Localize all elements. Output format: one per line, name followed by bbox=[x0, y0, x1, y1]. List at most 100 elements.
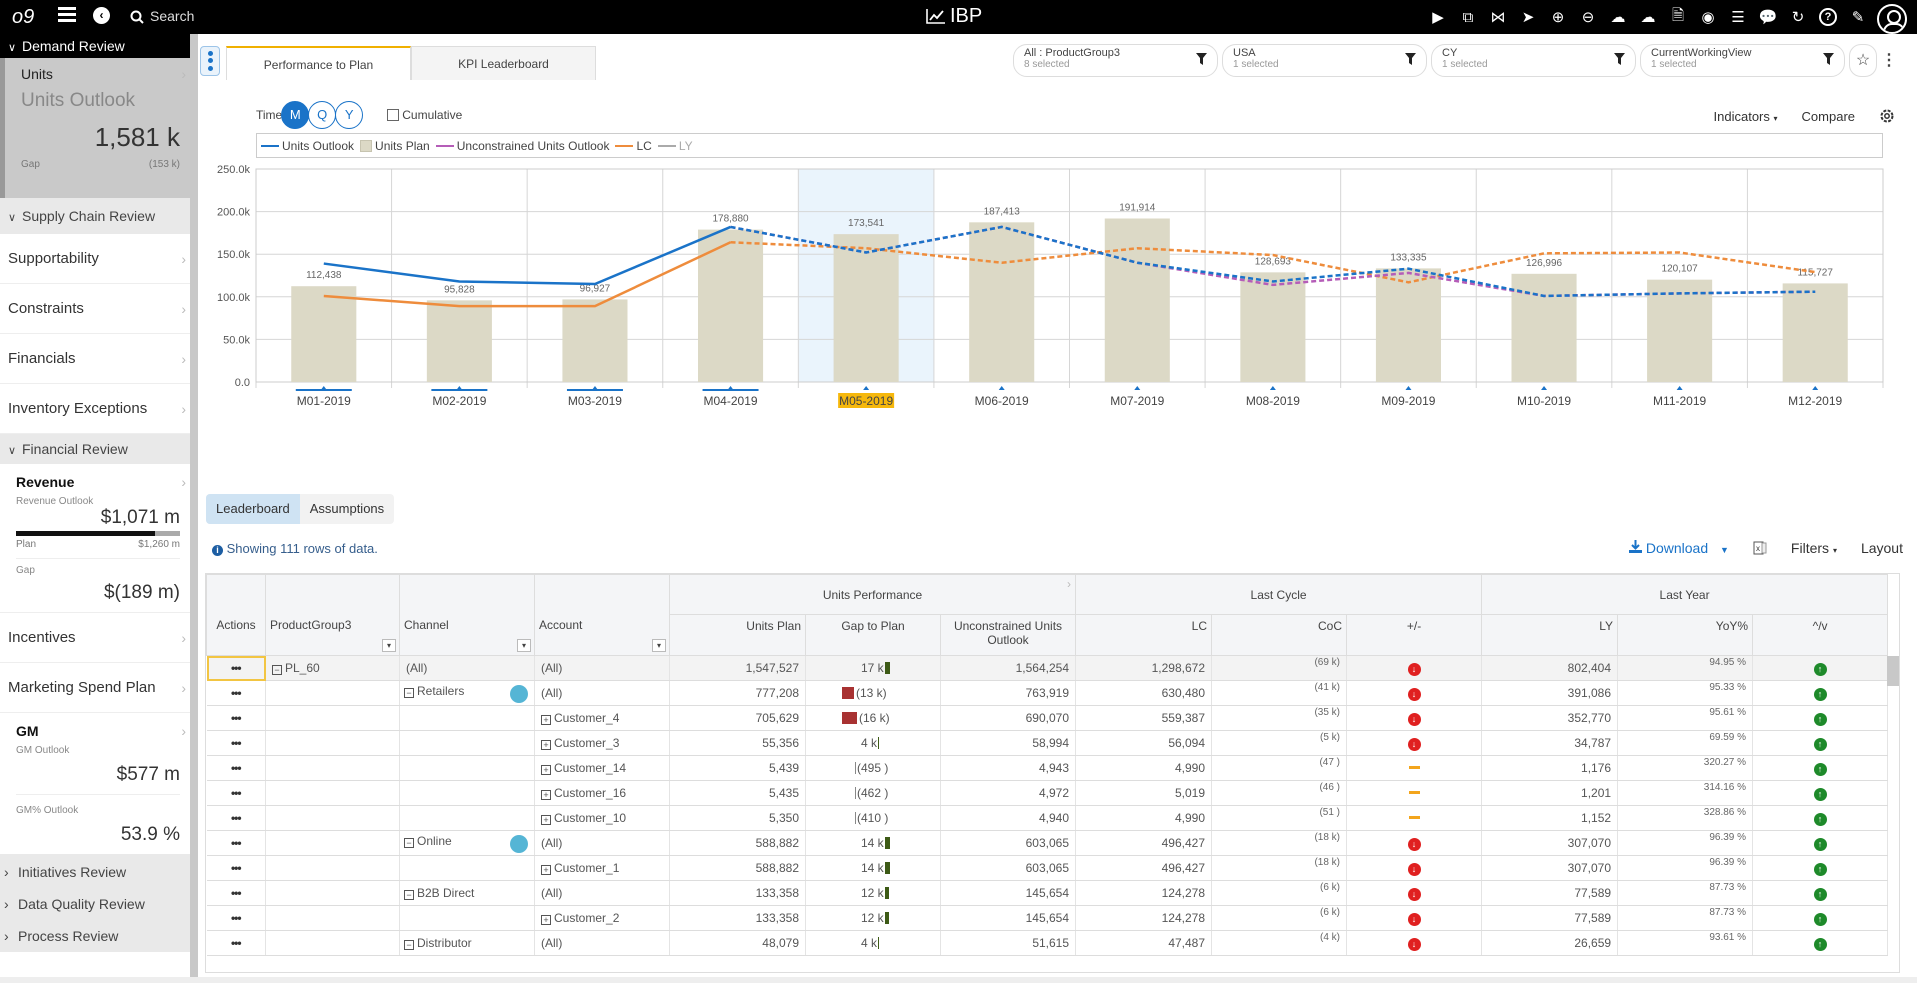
filter-productgroup3[interactable]: All : ProductGroup3 8 selected bbox=[1013, 44, 1218, 77]
revenue-card[interactable]: Revenue › Revenue Outlook $1,071 m Plan $… bbox=[0, 464, 190, 613]
cell-productgroup3[interactable] bbox=[265, 855, 400, 881]
filter-view[interactable]: CurrentWorkingView 1 selected bbox=[1640, 44, 1845, 77]
time-quarter-button[interactable]: Q bbox=[308, 101, 337, 129]
note-bubble-icon[interactable] bbox=[510, 684, 528, 703]
cell-channel[interactable] bbox=[399, 780, 535, 806]
row-actions-button[interactable]: ••• bbox=[206, 805, 266, 831]
col-coc[interactable]: CoC bbox=[1211, 614, 1348, 656]
column-filter-icon[interactable]: ▾ bbox=[517, 639, 531, 652]
download-button[interactable]: Download ▼ bbox=[1628, 540, 1729, 556]
note-bubble-icon[interactable] bbox=[510, 834, 528, 853]
collapse-icon[interactable]: − bbox=[272, 665, 282, 675]
expand-icon[interactable]: + bbox=[541, 765, 551, 775]
cell-productgroup3[interactable] bbox=[265, 905, 400, 931]
share-icon[interactable]: ⋈ bbox=[1483, 4, 1513, 30]
minus-circle-icon[interactable]: ⊖ bbox=[1573, 4, 1603, 30]
table-row[interactable]: ••• + Customer_4 705,629 (16 k) 690,070 559,38… bbox=[206, 705, 1900, 731]
row-actions-button[interactable]: ••• bbox=[206, 830, 266, 856]
row-actions-button[interactable]: ••• bbox=[206, 880, 266, 906]
section-process-review[interactable]: › Process Review bbox=[0, 920, 190, 952]
cell-account[interactable]: (All) bbox=[534, 680, 670, 706]
legend-lc[interactable]: LC bbox=[615, 139, 652, 153]
expand-icon[interactable]: + bbox=[541, 915, 551, 925]
row-actions-button[interactable]: ••• bbox=[206, 705, 266, 731]
cell-account[interactable]: + Customer_14 bbox=[534, 755, 670, 781]
column-filter-icon[interactable]: ▾ bbox=[382, 639, 396, 652]
compare-button[interactable]: Compare bbox=[1802, 109, 1855, 124]
section-supply-chain-review[interactable]: ∨ Supply Chain Review bbox=[0, 198, 190, 234]
expand-icon[interactable]: + bbox=[541, 790, 551, 800]
plus-circle-icon[interactable]: ⊕ bbox=[1543, 4, 1573, 30]
cell-channel[interactable] bbox=[399, 705, 535, 731]
tab-assumptions[interactable]: Assumptions bbox=[300, 494, 394, 524]
cell-productgroup3[interactable] bbox=[265, 680, 400, 706]
col-lc[interactable]: LC bbox=[1075, 614, 1213, 656]
record-icon[interactable]: ◉ bbox=[1693, 4, 1723, 30]
cell-account[interactable]: + Customer_2 bbox=[534, 905, 670, 931]
expand-icon[interactable]: + bbox=[541, 715, 551, 725]
collapse-icon[interactable]: − bbox=[404, 687, 414, 698]
cell-channel[interactable] bbox=[399, 730, 535, 756]
table-row[interactable]: ••• − PL_60 (All) (All) 1,547,527 17 k 1,564,25… bbox=[206, 655, 1899, 681]
filter-country[interactable]: USA 1 selected bbox=[1222, 44, 1427, 77]
cell-account[interactable]: + Customer_3 bbox=[534, 730, 670, 756]
time-month-button[interactable]: M bbox=[281, 101, 310, 129]
table-row[interactable]: ••• − Online (All) 588,882 14 k 603,065 496,427… bbox=[206, 830, 1900, 856]
row-actions-button[interactable]: ••• bbox=[206, 930, 266, 956]
collapse-icon[interactable]: − bbox=[404, 837, 414, 848]
cell-account[interactable]: (All) bbox=[534, 655, 670, 681]
cell-channel[interactable] bbox=[399, 755, 535, 781]
tab-performance-to-plan[interactable]: Performance to Plan bbox=[226, 46, 411, 80]
gear-icon[interactable] bbox=[1879, 108, 1895, 124]
col-ly[interactable]: LY bbox=[1481, 614, 1619, 656]
cloud-upload-icon[interactable]: ☁ bbox=[1603, 4, 1633, 30]
favorite-star-icon[interactable]: ☆ bbox=[1849, 44, 1877, 77]
x-tick-label[interactable]: M11-2019 bbox=[1653, 394, 1706, 408]
col-gap-to-plan[interactable]: Gap to Plan bbox=[805, 614, 941, 656]
cell-channel[interactable]: (All) bbox=[399, 655, 535, 681]
cell-channel[interactable]: − B2B Direct bbox=[399, 880, 535, 906]
cumulative-checkbox[interactable]: Cumulative bbox=[387, 108, 462, 122]
expand-icon[interactable]: + bbox=[541, 865, 551, 875]
table-row[interactable]: ••• − Distributor (All) 48,079 4 k 51,615 47,48… bbox=[206, 930, 1900, 956]
row-actions-button[interactable]: ••• bbox=[206, 730, 266, 756]
sidebar-item-marketing-spend-plan[interactable]: Marketing Spend Plan › bbox=[0, 663, 190, 713]
row-actions-button[interactable]: ••• bbox=[206, 755, 266, 781]
layout-button[interactable]: Layout bbox=[1861, 540, 1903, 556]
sidebar-item-incentives[interactable]: Incentives › bbox=[0, 613, 190, 663]
x-tick-label[interactable]: M12-2019 bbox=[1788, 394, 1842, 408]
col-account[interactable]: Account ▾ bbox=[534, 574, 670, 656]
x-tick-label[interactable]: M10-2019 bbox=[1517, 394, 1571, 408]
section-financial-review[interactable]: ∨ Financial Review bbox=[0, 434, 190, 464]
filters-dropdown[interactable]: Filters ▾ bbox=[1791, 540, 1837, 556]
sidebar-scrollbar[interactable] bbox=[190, 34, 198, 983]
cell-productgroup3[interactable]: − PL_60 bbox=[265, 655, 400, 681]
x-tick-label[interactable]: M07-2019 bbox=[1110, 394, 1164, 408]
refresh-icon[interactable]: ↻ bbox=[1783, 4, 1813, 30]
cell-productgroup3[interactable] bbox=[265, 830, 400, 856]
table-row[interactable]: ••• + Customer_16 5,435 (462 ) 4,972 5,019 (46 … bbox=[206, 780, 1900, 806]
row-actions-button[interactable]: ••• bbox=[206, 680, 266, 706]
legend-units-outlook[interactable]: Units Outlook bbox=[261, 139, 354, 153]
sidebar-item-inventory-exceptions[interactable]: Inventory Exceptions › bbox=[0, 384, 190, 434]
table-row[interactable]: ••• + Customer_14 5,439 (495 ) 4,943 4,990 (47 … bbox=[206, 755, 1900, 781]
col-productgroup3[interactable]: ProductGroup3 ▾ bbox=[265, 574, 400, 656]
chat-icon[interactable]: 💬 bbox=[1753, 4, 1783, 30]
grid-scrollbar[interactable] bbox=[1887, 656, 1899, 686]
x-tick-label[interactable]: M05-2019 bbox=[839, 394, 893, 408]
cell-productgroup3[interactable] bbox=[265, 930, 400, 956]
cell-productgroup3[interactable] bbox=[265, 880, 400, 906]
cell-account[interactable]: + Customer_1 bbox=[534, 855, 670, 881]
expand-icon[interactable]: + bbox=[541, 815, 551, 825]
more-options-icon[interactable]: ⋮ bbox=[1881, 44, 1897, 77]
units-card[interactable]: Units › Units Outlook 1,581 k Gap (153 k) bbox=[0, 58, 190, 198]
table-row[interactable]: ••• + Customer_1 588,882 14 k 603,065 496,427(… bbox=[206, 855, 1900, 881]
x-tick-label[interactable]: M01-2019 bbox=[297, 394, 351, 408]
cell-channel[interactable]: − Retailers bbox=[399, 680, 535, 706]
cell-account[interactable]: + Customer_4 bbox=[534, 705, 670, 731]
legend-unconstrained[interactable]: Unconstrained Units Outlook bbox=[435, 139, 609, 153]
cell-productgroup3[interactable] bbox=[265, 780, 400, 806]
legend-units-plan[interactable]: Units Plan bbox=[360, 139, 430, 153]
play-icon[interactable]: ▶ bbox=[1423, 4, 1453, 30]
cell-account[interactable]: + Customer_16 bbox=[534, 780, 670, 806]
